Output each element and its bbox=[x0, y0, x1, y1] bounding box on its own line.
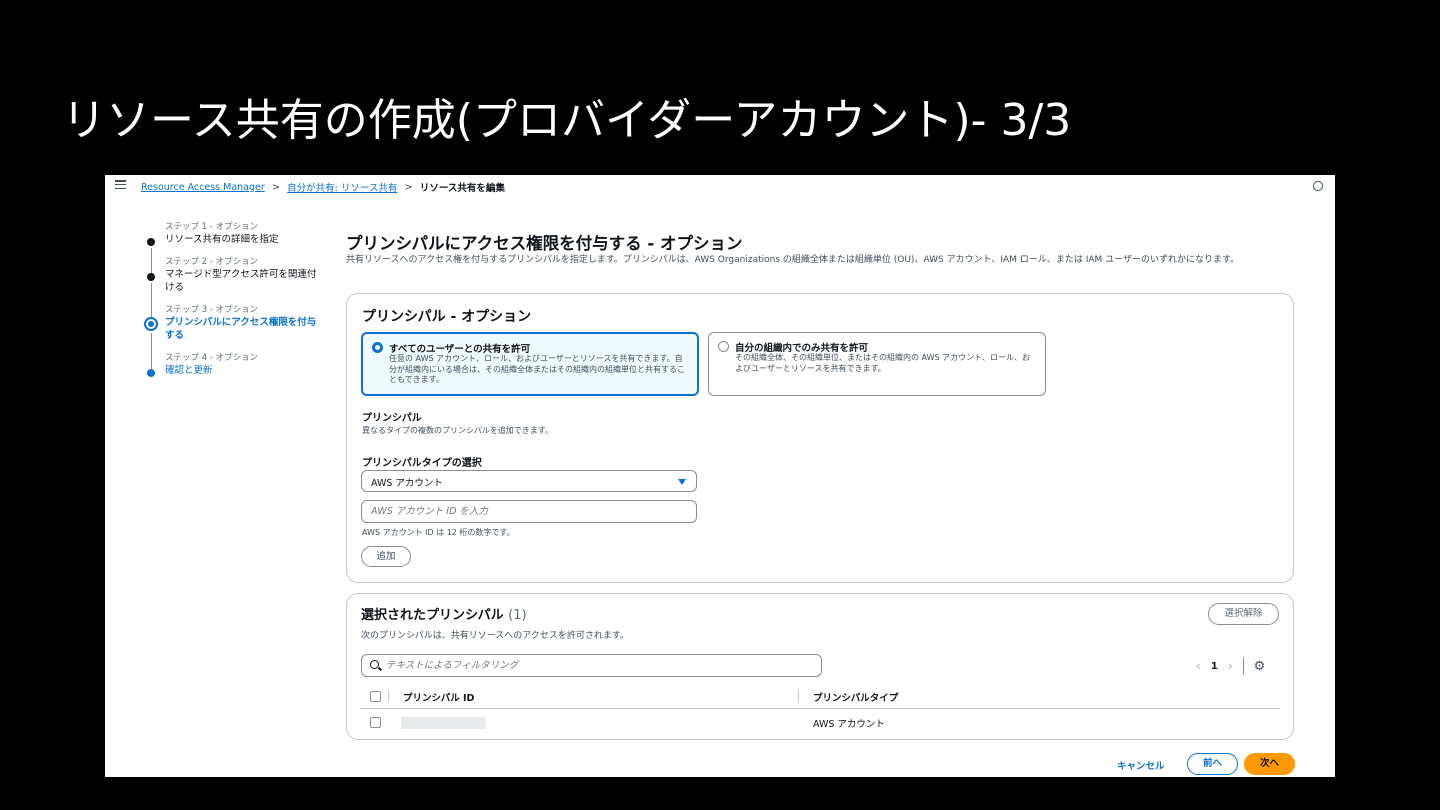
principal-label: プリンシパル bbox=[362, 413, 422, 424]
top-navigation: Resource Access Manager > 自分が共有: リソース共有 … bbox=[105, 175, 1335, 197]
step-current-icon bbox=[144, 317, 158, 331]
next-button[interactable]: 次へ bbox=[1244, 753, 1295, 775]
tile-title: すべてのユーザーとの共有を許可 bbox=[389, 344, 531, 355]
panel-title: プリンシパル - オプション bbox=[362, 309, 532, 325]
breadcrumb-separator: > bbox=[271, 181, 281, 193]
wizard-step-2[interactable]: ステップ 2 - オプション マネージド型アクセス許可を関連付ける bbox=[143, 256, 321, 321]
divider bbox=[1242, 657, 1244, 675]
step-label: ステップ 3 - オプション bbox=[165, 305, 259, 315]
step-title: プリンシパルにアクセス権限を付与する bbox=[165, 317, 317, 341]
tile-allow-everyone[interactable]: すべてのユーザーとの共有を許可 任意の AWS アカウント、ロール、およびユーザ… bbox=[361, 332, 699, 396]
step-title: 確認と更新 bbox=[165, 365, 213, 376]
table-row: AWS アカウント bbox=[361, 709, 1279, 735]
cancel-button[interactable]: キャンセル bbox=[1117, 758, 1165, 772]
panel-title: 選択されたプリンシパル (1) bbox=[361, 604, 527, 623]
step-dot-icon bbox=[147, 273, 155, 281]
principal-hint: 異なるタイプの複数のプリンシパルを追加できます。 bbox=[362, 426, 553, 435]
filter-input[interactable] bbox=[361, 654, 822, 677]
principal-type-select[interactable]: AWS アカウント bbox=[361, 470, 697, 492]
previous-button[interactable]: 前へ bbox=[1187, 753, 1238, 775]
info-panel-icon[interactable] bbox=[1313, 181, 1323, 191]
breadcrumb-ram[interactable]: Resource Access Manager bbox=[141, 182, 265, 193]
account-id-hint: AWS アカウント ID は 12 桁の数字です。 bbox=[362, 528, 515, 537]
step-label: ステップ 2 - オプション bbox=[165, 257, 259, 267]
menu-icon[interactable] bbox=[115, 180, 126, 190]
pagination: ‹ 1 › ⚙ bbox=[1196, 657, 1265, 675]
wizard-steps: ステップ 1 - オプション リソース共有の詳細を指定 ステップ 2 - オプシ… bbox=[143, 221, 328, 387]
selected-principals-panel: 選択されたプリンシパル (1) 次のプリンシパルは、共有リソースへのアクセスを許… bbox=[346, 593, 1294, 740]
add-button[interactable]: 追加 bbox=[361, 546, 411, 567]
chevron-right-icon[interactable]: › bbox=[1228, 659, 1233, 673]
page-title: プリンシパルにアクセス権限を付与する - オプション bbox=[346, 234, 743, 253]
select-all-checkbox[interactable] bbox=[370, 691, 381, 702]
console-screen: Resource Access Manager > 自分が共有: リソース共有 … bbox=[105, 175, 1335, 777]
slide-title: リソース共有の作成(プロバイダーアカウント)- 3/3 bbox=[62, 95, 1072, 146]
wizard-step-4[interactable]: ステップ 4 - オプション 確認と更新 bbox=[143, 352, 328, 377]
principal-type-cell: AWS アカウント bbox=[813, 719, 885, 730]
tile-title: 自分の組織内でのみ共有を許可 bbox=[735, 343, 869, 354]
breadcrumb-shared-by-me[interactable]: 自分が共有: リソース共有 bbox=[287, 180, 397, 194]
tile-description: 任意の AWS アカウント、ロール、およびユーザーとリソースを共有できます。自分… bbox=[389, 354, 685, 384]
breadcrumb-current: リソース共有を編集 bbox=[419, 183, 505, 194]
page-number[interactable]: 1 bbox=[1211, 661, 1218, 672]
chevron-left-icon[interactable]: ‹ bbox=[1196, 659, 1201, 673]
tile-description: その組織全体、その組織単位、またはその組織内の AWS アカウント、ロール、およ… bbox=[735, 353, 1030, 373]
row-checkbox[interactable] bbox=[370, 717, 381, 728]
caret-down-icon bbox=[678, 479, 686, 485]
principal-type-label: プリンシパルタイプの選択 bbox=[362, 458, 482, 469]
gear-icon[interactable]: ⚙ bbox=[1254, 659, 1266, 674]
step-dot-icon bbox=[147, 238, 155, 246]
column-divider bbox=[388, 690, 389, 702]
account-id-input[interactable] bbox=[361, 500, 697, 523]
radio-selected-icon[interactable] bbox=[372, 342, 383, 353]
column-divider bbox=[798, 690, 799, 702]
step-dot-icon bbox=[147, 369, 155, 377]
breadcrumb: Resource Access Manager > 自分が共有: リソース共有 … bbox=[141, 180, 505, 195]
select-value: AWS アカウント bbox=[371, 478, 443, 489]
tile-org-only[interactable]: 自分の組織内でのみ共有を許可 その組織全体、その組織単位、またはその組織内の A… bbox=[708, 332, 1046, 396]
redacted-principal-id bbox=[401, 717, 486, 729]
table-header: プリンシパル ID プリンシパルタイプ bbox=[361, 685, 1279, 709]
breadcrumb-separator: > bbox=[404, 181, 413, 193]
page-description: 共有リソースへのアクセス権を付与するプリンシパルを指定します。プリンシパルは、A… bbox=[346, 255, 1240, 265]
step-label: ステップ 1 - オプション bbox=[165, 222, 259, 232]
selected-description: 次のプリンシパルは、共有リソースへのアクセスを許可されます。 bbox=[361, 631, 629, 641]
principals-panel: プリンシパル - オプション すべてのユーザーとの共有を許可 任意の AWS ア… bbox=[346, 293, 1294, 583]
wizard-step-3[interactable]: ステップ 3 - オプション プリンシパルにアクセス権限を付与する bbox=[143, 304, 321, 369]
column-principal-id[interactable]: プリンシパル ID bbox=[403, 690, 474, 704]
radio-icon[interactable] bbox=[718, 341, 729, 352]
step-title: マネージド型アクセス許可を関連付ける bbox=[165, 269, 317, 293]
wizard-step-1[interactable]: ステップ 1 - オプション リソース共有の詳細を指定 bbox=[143, 221, 328, 274]
search-icon bbox=[370, 660, 379, 669]
step-title: リソース共有の詳細を指定 bbox=[165, 234, 279, 245]
step-label: ステップ 4 - オプション bbox=[165, 353, 259, 363]
column-principal-type[interactable]: プリンシパルタイプ bbox=[813, 690, 898, 704]
selected-title: 選択されたプリンシパル bbox=[361, 608, 504, 623]
clear-selection-button[interactable]: 選択解除 bbox=[1208, 603, 1279, 625]
selected-count: (1) bbox=[508, 608, 527, 623]
